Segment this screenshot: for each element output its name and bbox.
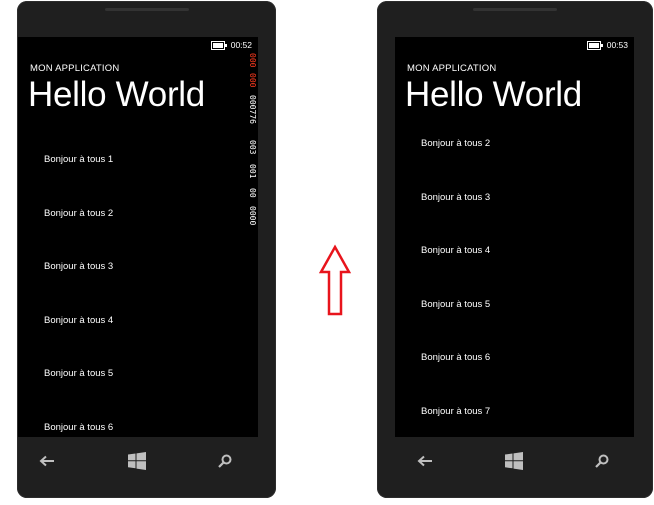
list-item[interactable]: Bonjour à tous 5 [421,299,490,310]
app-title: MON APPLICATION [30,63,120,74]
status-bar: 00:52 [210,39,252,51]
list-item[interactable]: Bonjour à tous 6 [421,352,490,363]
battery-icon [586,41,603,50]
scroll-up-arrow [318,244,352,316]
windows-logo-icon [505,451,523,475]
hardware-navbar [377,447,653,477]
start-button[interactable] [127,451,147,475]
search-icon [595,454,609,473]
search-button[interactable] [592,453,612,473]
start-button[interactable] [504,451,524,475]
list-item[interactable]: Bonjour à tous 3 [44,261,113,272]
page-title: Hello World [28,75,205,114]
right-phone: 00:53 MON APPLICATION Hello World Bonjou… [377,1,653,498]
back-arrow-icon [39,454,55,472]
page-title: Hello World [405,75,582,114]
search-icon [218,454,232,473]
frame-rate-counter: 000 000 000776 003 001 00 0000 [248,51,258,241]
right-screen: 00:53 MON APPLICATION Hello World Bonjou… [395,37,634,437]
list-item[interactable]: Bonjour à tous 4 [421,245,490,256]
list-item[interactable]: Bonjour à tous 3 [421,192,490,203]
status-bar: 00:53 [586,39,628,51]
list-item[interactable]: Bonjour à tous 2 [421,138,490,149]
app-title: MON APPLICATION [407,63,497,74]
status-time: 00:52 [230,40,252,50]
list-item[interactable]: Bonjour à tous 7 [421,406,490,417]
search-button[interactable] [215,453,235,473]
perf-counter: 0000 [248,206,257,226]
hardware-navbar [17,447,276,477]
list-item[interactable]: Bonjour à tous 2 [44,208,113,219]
list-item[interactable]: Bonjour à tous 1 [44,154,113,165]
list-item[interactable]: Bonjour à tous 5 [44,368,113,379]
windows-logo-icon [128,451,146,475]
perf-counter: 000776 [248,95,257,124]
list-item[interactable]: Bonjour à tous 4 [44,315,113,326]
status-time: 00:53 [606,40,628,50]
back-button[interactable] [415,453,435,473]
perf-counter: 003 [248,140,257,155]
left-screen: 00:52 MON APPLICATION Hello World Bonjou… [18,37,258,437]
back-button[interactable] [37,453,57,473]
battery-icon [210,41,227,50]
speaker-grille [104,8,189,11]
perf-counter: 001 [248,164,257,179]
perf-counter: 00 [248,188,257,198]
back-arrow-icon [417,454,433,472]
speaker-grille [473,8,557,11]
list-item[interactable]: Bonjour à tous 6 [44,422,113,433]
left-phone: 00:52 MON APPLICATION Hello World Bonjou… [17,1,276,498]
perf-counter: 000 [248,53,257,68]
perf-counter: 000 [248,73,257,88]
